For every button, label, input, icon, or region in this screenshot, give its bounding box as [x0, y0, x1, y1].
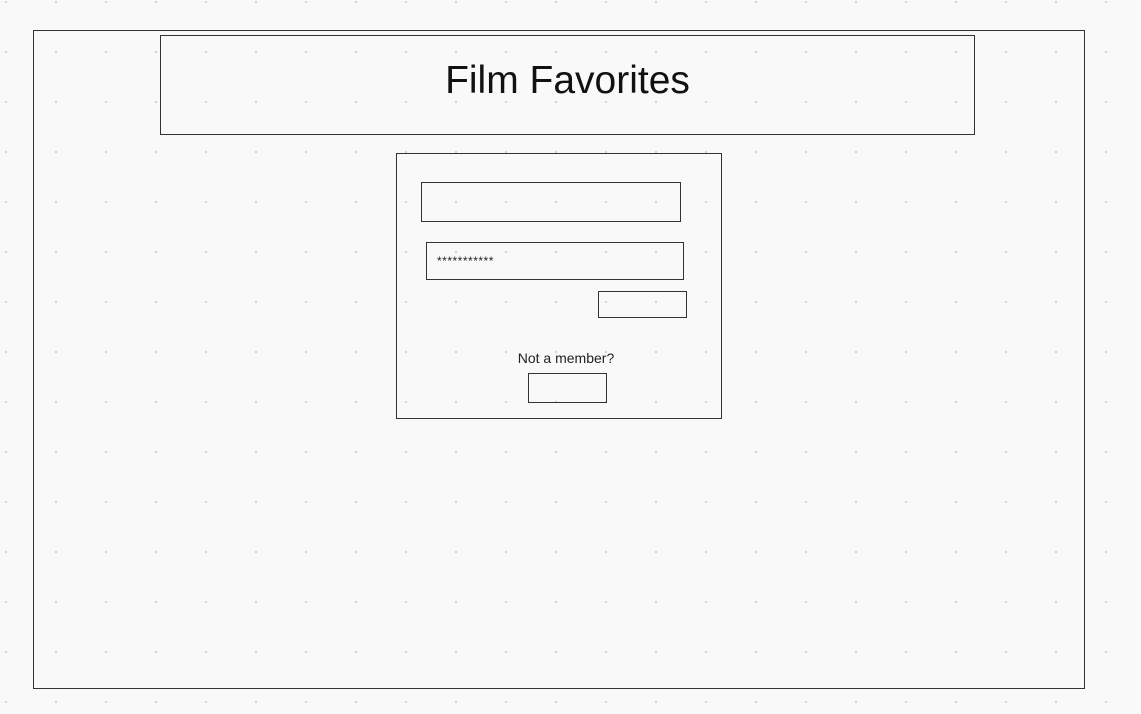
- password-field[interactable]: ***********: [426, 242, 684, 280]
- page-title: Film Favorites: [445, 59, 690, 102]
- not-member-label: Not a member?: [517, 350, 615, 366]
- username-field[interactable]: [421, 182, 681, 222]
- header-box: Film Favorites: [160, 35, 975, 135]
- signup-button[interactable]: [528, 373, 607, 403]
- login-button[interactable]: [598, 291, 687, 318]
